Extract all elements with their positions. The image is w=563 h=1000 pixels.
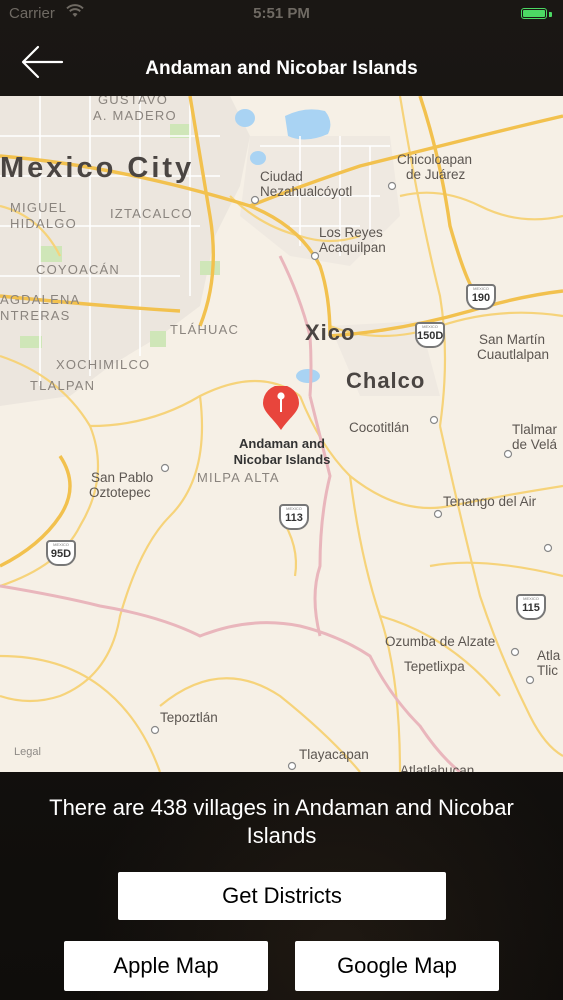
map-label-milpa-alta: MILPA ALTA bbox=[197, 470, 280, 485]
map-label-ozumba: Ozumba de Alzate bbox=[385, 634, 496, 649]
app-screen: Carrier 5:51 PM Andaman and Nicobar Isla… bbox=[0, 0, 563, 1000]
map-label-tlalpan: TLALPAN bbox=[30, 378, 96, 393]
map-label-chicoloapan: Chicoloapan bbox=[397, 152, 473, 167]
map-label-tepoztlan: Tepoztlán bbox=[160, 710, 218, 725]
map-label-madero: A. MADERO bbox=[93, 108, 177, 123]
map-label-xochimilco: XOCHIMILCO bbox=[56, 357, 151, 372]
highway-shield-190: MEXICO 190 bbox=[466, 284, 496, 310]
map-label-tepetlixpa: Tepetlixpa bbox=[404, 659, 465, 674]
map-label-iztacalco: IZTACALCO bbox=[110, 206, 193, 221]
map-pin-icon[interactable] bbox=[261, 386, 301, 432]
map-label-atla: Atla bbox=[537, 648, 561, 663]
map-label-cocotitlan: Cocotitlán bbox=[349, 420, 410, 435]
map-label-de-juarez: de Juárez bbox=[406, 167, 466, 182]
map-label-gustavo: GUSTAVO bbox=[98, 96, 169, 107]
map-label-san-martin: San Martín bbox=[479, 332, 546, 347]
map-pin-label-line1: Andaman and bbox=[239, 436, 325, 451]
map-label-de-velasco: de Velá bbox=[512, 437, 558, 452]
map-label-miguel: MIGUEL bbox=[10, 200, 68, 215]
map-label-acaquilpan: Acaquilpan bbox=[319, 240, 386, 255]
clock-time: 5:51 PM bbox=[253, 5, 310, 22]
apple-map-button[interactable]: Apple Map bbox=[64, 941, 268, 991]
highway-shield-113: MEXICO 113 bbox=[279, 504, 309, 530]
map-label-coyoacan: COYOACÁN bbox=[36, 262, 121, 277]
map-label-mexico-city: Mexico City bbox=[0, 152, 195, 184]
map-pin-label: Andaman and Nicobar Islands bbox=[214, 436, 350, 468]
villages-count-text: There are 438 villages in Andaman and Ni… bbox=[49, 795, 514, 848]
navigation-bar: Andaman and Nicobar Islands bbox=[0, 28, 563, 96]
map-pin-label-line2: Nicobar Islands bbox=[233, 452, 331, 467]
map-view[interactable]: GUSTAVO A. MADERO Mexico City MIGUEL HID… bbox=[0, 96, 563, 772]
map-label-nezahualcoyotl: Nezahualcóyotl bbox=[260, 184, 353, 199]
status-bar: Carrier 5:51 PM bbox=[0, 0, 563, 28]
battery-tip bbox=[549, 12, 552, 17]
map-label-tlicu: Tlic bbox=[537, 663, 558, 678]
highway-shield-95d: MEXICO 95D bbox=[46, 540, 76, 566]
map-label-tlayacapan: Tlayacapan bbox=[299, 747, 369, 762]
map-label-tlahuac: TLÁHUAC bbox=[170, 322, 240, 337]
map-label-agdalena: AGDALENA bbox=[0, 292, 81, 307]
map-label-hidalgo: HIDALGO bbox=[10, 216, 77, 231]
map-label-los-reyes: Los Reyes bbox=[319, 225, 383, 240]
map-label-cuautlalpan: Cuautlalpan bbox=[477, 347, 550, 362]
page-title: Andaman and Nicobar Islands bbox=[145, 58, 418, 79]
map-label-xico: Xico bbox=[305, 320, 356, 345]
map-label-chalco: Chalco bbox=[346, 368, 426, 393]
map-label-san-pablo: San Pablo bbox=[91, 470, 154, 485]
get-districts-button[interactable]: Get Districts bbox=[118, 872, 446, 920]
google-map-button[interactable]: Google Map bbox=[295, 941, 499, 991]
highway-shield-115: MEXICO 115 bbox=[516, 594, 546, 620]
map-legal-link[interactable]: Legal bbox=[14, 746, 41, 758]
map-label-ciudad: Ciudad bbox=[260, 169, 303, 184]
map-label-oztotepec: Oztotepec bbox=[89, 485, 151, 500]
map-label-tlalmanalco: Tlalmar bbox=[512, 422, 558, 437]
map-label-atlatlahucan: Atlatlahucan bbox=[400, 763, 475, 772]
battery-icon bbox=[521, 8, 547, 19]
map-label-ntreras: NTRERAS bbox=[0, 308, 71, 323]
highway-shield-150d: MEXICO 150D bbox=[415, 322, 445, 348]
map-label-tenango: Tenango del Air bbox=[443, 494, 537, 509]
